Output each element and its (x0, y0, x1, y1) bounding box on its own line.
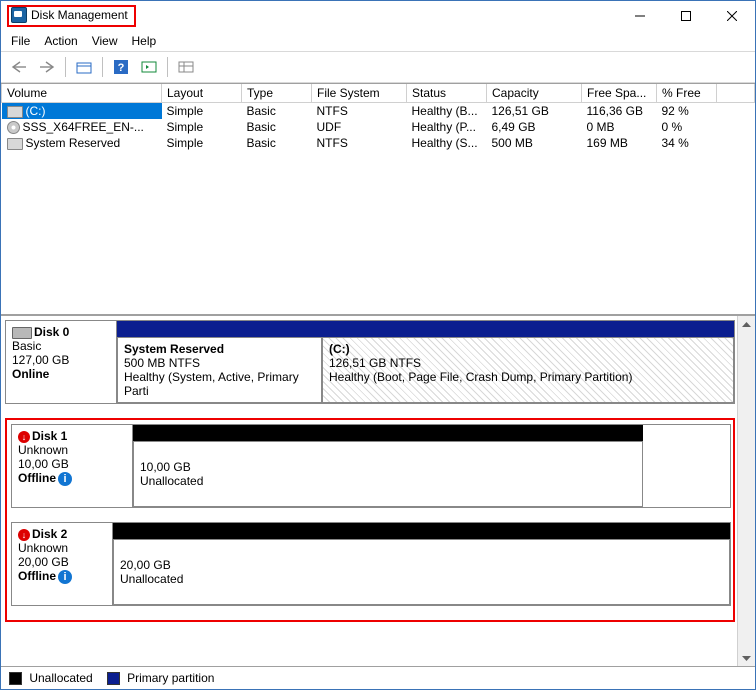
volume-icon (7, 121, 20, 134)
menu-help[interactable]: Help (132, 34, 157, 48)
toolbar: ? (1, 52, 755, 83)
refresh-button[interactable] (137, 55, 161, 79)
partition-bar-segment (113, 523, 730, 539)
list-view-button[interactable] (174, 55, 198, 79)
disk-row[interactable]: ↓Disk 1Unknown10,00 GBOfflinei 10,00 GBU… (11, 424, 731, 508)
info-icon[interactable]: i (58, 472, 72, 486)
menu-file[interactable]: File (11, 34, 30, 48)
close-button[interactable] (709, 1, 755, 31)
minimize-icon (635, 11, 645, 21)
volume-row[interactable]: (C:)SimpleBasicNTFSHealthy (B...126,51 G… (2, 103, 755, 120)
col-volume[interactable]: Volume (2, 84, 162, 103)
legend-primary-swatch (107, 672, 120, 685)
content-area: Volume Layout Type File System Status Ca… (1, 83, 755, 689)
svg-text:?: ? (118, 62, 125, 74)
titlebar: Disk Management (1, 1, 755, 31)
maximize-icon (681, 11, 691, 21)
close-icon (727, 11, 737, 21)
help-button[interactable]: ? (109, 55, 133, 79)
legend-unallocated-label: Unallocated (29, 671, 92, 685)
volume-header-row[interactable]: Volume Layout Type File System Status Ca… (2, 84, 755, 103)
partition-bar-segment (133, 425, 643, 441)
disk-header: Disk 0Basic127,00 GBOnline (6, 321, 117, 403)
disk-map: Disk 0Basic127,00 GBOnlineSystem Reserve… (1, 316, 755, 666)
partition[interactable]: 20,00 GBUnallocated (113, 539, 730, 605)
col-type[interactable]: Type (242, 84, 312, 103)
back-button[interactable] (7, 55, 31, 79)
titlebar-title-callout: Disk Management (7, 5, 136, 27)
col-capacity[interactable]: Capacity (487, 84, 582, 103)
col-fs[interactable]: File System (312, 84, 407, 103)
list-view-icon (178, 60, 194, 74)
properties-icon (76, 60, 92, 74)
properties-button[interactable] (72, 55, 96, 79)
partition-bar-segment (322, 321, 734, 337)
help-icon: ? (114, 60, 128, 74)
partition[interactable]: (C:)126,51 GB NTFSHealthy (Boot, Page Fi… (322, 337, 734, 403)
info-icon[interactable]: i (58, 570, 72, 584)
maximize-button[interactable] (663, 1, 709, 31)
menubar: File Action View Help (1, 31, 755, 52)
disk-row[interactable]: ↓Disk 2Unknown20,00 GBOfflinei 20,00 GBU… (11, 522, 731, 606)
partition[interactable]: System Reserved500 MB NTFSHealthy (Syste… (117, 337, 322, 403)
disk-error-icon: ↓ (18, 431, 30, 443)
scroll-down-button[interactable] (739, 649, 754, 666)
disk-list[interactable]: Disk 0Basic127,00 GBOnlineSystem Reserve… (1, 316, 737, 666)
disk-management-window: Disk Management File Action View Help (0, 0, 756, 690)
col-status[interactable]: Status (407, 84, 487, 103)
vertical-scrollbar[interactable] (737, 316, 755, 666)
refresh-icon (141, 60, 157, 74)
minimize-button[interactable] (617, 1, 663, 31)
partition-bar-segment (117, 321, 322, 337)
volume-row[interactable]: System ReservedSimpleBasicNTFSHealthy (S… (2, 135, 755, 151)
annotation-callout: ↓Disk 1Unknown10,00 GBOfflinei 10,00 GBU… (5, 418, 735, 622)
legend-unallocated: Unallocated (9, 671, 93, 685)
forward-button[interactable] (35, 55, 59, 79)
legend-primary-label: Primary partition (127, 671, 214, 685)
legend-primary: Primary partition (107, 671, 215, 685)
app-icon (11, 7, 27, 23)
chevron-up-icon (742, 322, 751, 328)
col-spacer (717, 84, 755, 103)
menu-action[interactable]: Action (44, 34, 77, 48)
window-title: Disk Management (31, 8, 128, 22)
disk-header: ↓Disk 1Unknown10,00 GBOfflinei (12, 425, 133, 507)
volume-icon (7, 138, 23, 150)
volume-row[interactable]: SSS_X64FREE_EN-...SimpleBasicUDFHealthy … (2, 119, 755, 135)
scroll-up-button[interactable] (739, 316, 754, 333)
disk-header: ↓Disk 2Unknown20,00 GBOfflinei (12, 523, 113, 605)
disk-error-icon: ↓ (18, 529, 30, 541)
disk-basic-icon (12, 327, 32, 339)
disk-row[interactable]: Disk 0Basic127,00 GBOnlineSystem Reserve… (5, 320, 735, 404)
partition[interactable]: 10,00 GBUnallocated (133, 441, 643, 507)
col-free[interactable]: Free Spa... (582, 84, 657, 103)
volume-icon (7, 106, 23, 118)
menu-view[interactable]: View (92, 34, 118, 48)
col-layout[interactable]: Layout (162, 84, 242, 103)
chevron-down-icon (742, 655, 751, 661)
legend-unallocated-swatch (9, 672, 22, 685)
volume-list[interactable]: Volume Layout Type File System Status Ca… (1, 84, 755, 316)
forward-arrow-icon (39, 61, 55, 73)
back-arrow-icon (11, 61, 27, 73)
legend: Unallocated Primary partition (1, 666, 755, 689)
col-pct[interactable]: % Free (657, 84, 717, 103)
